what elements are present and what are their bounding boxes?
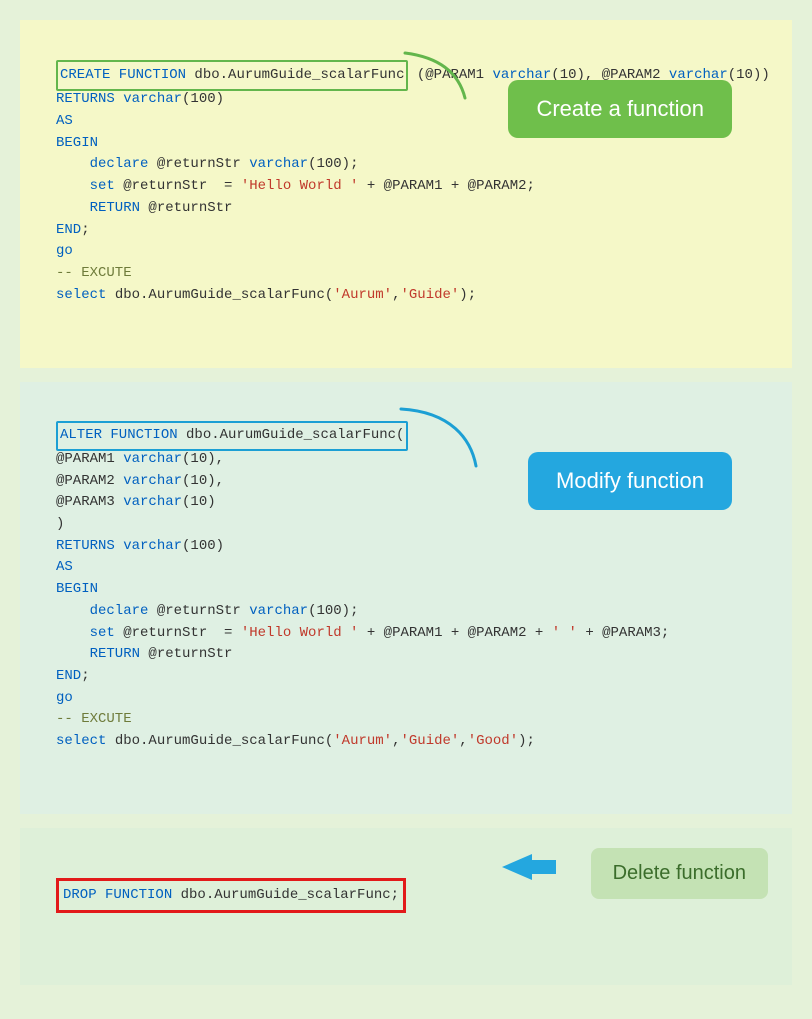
code-text: CREATE FUNCTION (60, 67, 186, 83)
code-text: declare (56, 603, 148, 619)
code-text: select (56, 733, 106, 749)
code-text: @returnStr = (115, 625, 241, 641)
code-text: 'Aurum' (333, 287, 392, 303)
code-text: BEGIN (56, 581, 98, 597)
code-text: dbo.AurumGuide_scalarFunc( (106, 287, 333, 303)
code-text: (100); (308, 156, 358, 172)
code-text: @returnStr (140, 646, 232, 662)
label-modify-function: Modify function (528, 452, 732, 510)
code-text: (100) (182, 91, 224, 107)
code-text: ); (518, 733, 535, 749)
label-delete-function: Delete function (591, 848, 768, 899)
code-text: go (56, 243, 73, 259)
code-text: 'Hello World ' (241, 178, 359, 194)
code-text: + @PARAM1 + @PARAM2 + (358, 625, 551, 641)
code-text: (10)) (728, 67, 770, 83)
code-text: AS (56, 559, 73, 575)
code-comment: -- EXCUTE (56, 265, 132, 281)
code-text: (100); (308, 603, 358, 619)
code-text: , (459, 733, 467, 749)
code-text: @returnStr (148, 603, 249, 619)
code-text: RETURN (56, 200, 140, 216)
code-text: END (56, 668, 81, 684)
code-text: + @PARAM1 + @PARAM2; (358, 178, 534, 194)
code-text: 'Guide' (400, 733, 459, 749)
code-text: 'Guide' (400, 287, 459, 303)
label-create-function: Create a function (508, 80, 732, 138)
code-text: ) (56, 516, 64, 532)
code-text: set (56, 178, 115, 194)
code-text: select (56, 287, 106, 303)
code-text: (10) (182, 494, 216, 510)
code-text: (100) (182, 538, 224, 554)
code-text: END (56, 222, 81, 238)
code-text: @PARAM1 (56, 451, 123, 467)
code-text: varchar (249, 603, 308, 619)
code-text: dbo.AurumGuide_scalarFunc (186, 67, 404, 83)
code-text: @returnStr (140, 200, 232, 216)
connector-arrow-alter (396, 404, 506, 474)
code-text: ALTER FUNCTION (60, 427, 178, 443)
code-text: dbo.AurumGuide_scalarFunc( (178, 427, 405, 443)
code-text: varchar (123, 473, 182, 489)
code-text: (10), (182, 473, 224, 489)
code-text: set (56, 625, 115, 641)
code-text: go (56, 690, 73, 706)
code-text: ; (81, 222, 89, 238)
code-text: RETURNS varchar (56, 538, 182, 554)
code-text: varchar (249, 156, 308, 172)
code-text: RETURN (56, 646, 140, 662)
code-text: DROP FUNCTION (63, 887, 172, 903)
code-text: (@PARAM1 (408, 67, 492, 83)
code-text: dbo.AurumGuide_scalarFunc; (172, 887, 399, 903)
code-text: ; (81, 668, 89, 684)
code-text: dbo.AurumGuide_scalarFunc( (106, 733, 333, 749)
code-block-alter: ALTER FUNCTION dbo.AurumGuide_scalarFunc… (20, 382, 792, 814)
arrow-left-icon (502, 852, 562, 882)
code-text: varchar (123, 451, 182, 467)
code-text: ); (459, 287, 476, 303)
code-comment: -- EXCUTE (56, 711, 132, 727)
code-text: 'Aurum' (333, 733, 392, 749)
code-text: @returnStr (148, 156, 249, 172)
code-text: declare (56, 156, 148, 172)
code-text: ' ' (552, 625, 577, 641)
code-text: + @PARAM3; (577, 625, 669, 641)
code-text: BEGIN (56, 135, 98, 151)
code-text: @PARAM2 (56, 473, 123, 489)
code-text: RETURNS varchar (56, 91, 182, 107)
code-text: AS (56, 113, 73, 129)
code-text: @returnStr = (115, 178, 241, 194)
code-text: 'Good' (468, 733, 518, 749)
code-block-create: CREATE FUNCTION dbo.AurumGuide_scalarFun… (20, 20, 792, 368)
code-text: @PARAM3 (56, 494, 123, 510)
code-text: 'Hello World ' (241, 625, 359, 641)
code-text: varchar (123, 494, 182, 510)
code-text: , (392, 733, 400, 749)
code-block-drop: DROP FUNCTION dbo.AurumGuide_scalarFunc;… (20, 828, 792, 985)
code-text: (10), (182, 451, 224, 467)
